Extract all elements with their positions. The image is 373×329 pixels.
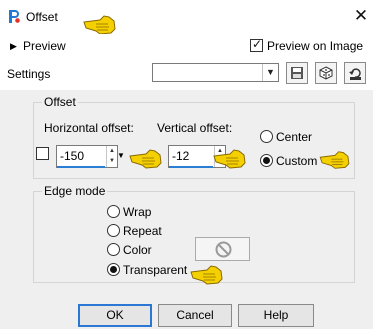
edge-color-swatch[interactable] <box>195 237 250 261</box>
settings-label: Settings <box>7 67 51 81</box>
wrap-radio-label[interactable]: Wrap <box>123 205 151 219</box>
dropdown-arrow-icon[interactable]: ▼ <box>117 151 125 160</box>
help-button[interactable]: Help <box>238 304 314 327</box>
app-logo-icon <box>9 10 20 23</box>
preview-toggle[interactable]: Preview <box>23 39 66 53</box>
randomize-icon <box>319 66 333 80</box>
spin-arrows-icon[interactable]: ▲▼ <box>106 146 117 167</box>
save-preset-button[interactable] <box>286 62 308 84</box>
vertical-offset-label: Vertical offset: <box>157 121 233 135</box>
center-radio[interactable] <box>260 130 273 143</box>
horizontal-offset-value[interactable]: -150 <box>57 146 106 167</box>
custom-radio[interactable] <box>260 154 273 167</box>
reset-button[interactable] <box>344 62 366 84</box>
transparent-radio-label[interactable]: Transparent <box>123 263 187 277</box>
hand-pointer-icon <box>213 149 246 169</box>
wrap-radio[interactable] <box>107 205 120 218</box>
repeat-radio[interactable] <box>107 224 120 237</box>
save-preset-icon <box>291 67 303 79</box>
close-icon[interactable]: ✕ <box>353 7 369 24</box>
horizontal-offset-underline <box>57 166 105 168</box>
center-radio-label[interactable]: Center <box>276 130 312 144</box>
hand-pointer-icon <box>319 151 350 169</box>
window-title: Offset <box>26 10 58 24</box>
custom-radio-label[interactable]: Custom <box>276 154 317 168</box>
reset-icon <box>348 67 361 80</box>
cancel-button[interactable]: Cancel <box>158 304 232 327</box>
hand-pointer-icon <box>129 149 162 169</box>
horizontal-offset-label: Horizontal offset: <box>44 121 134 135</box>
vertical-offset-value[interactable]: -12 <box>169 146 214 167</box>
preview-on-image-label[interactable]: Preview on Image <box>267 39 363 53</box>
transparent-radio[interactable] <box>107 263 120 276</box>
color-radio-label[interactable]: Color <box>123 243 152 257</box>
ok-button[interactable]: OK <box>78 304 152 327</box>
hand-pointer-icon <box>190 265 223 285</box>
disabled-icon <box>215 241 232 258</box>
link-offsets-checkbox[interactable] <box>36 147 49 160</box>
vertical-offset-underline <box>169 166 213 168</box>
edge-mode-group-title: Edge mode <box>42 184 108 198</box>
repeat-radio-label[interactable]: Repeat <box>123 224 162 238</box>
color-radio[interactable] <box>107 243 120 256</box>
horizontal-offset-spinner[interactable]: -150 ▲ ▼ <box>56 145 118 168</box>
chevron-down-icon[interactable]: ▼ <box>262 64 278 81</box>
preview-on-image-checkbox[interactable] <box>250 37 263 52</box>
preset-combobox[interactable]: ▼ <box>152 63 279 82</box>
offset-group-title: Offset <box>42 95 78 109</box>
randomize-button[interactable] <box>315 62 337 84</box>
expand-caret-icon[interactable]: ▶ <box>10 41 17 52</box>
